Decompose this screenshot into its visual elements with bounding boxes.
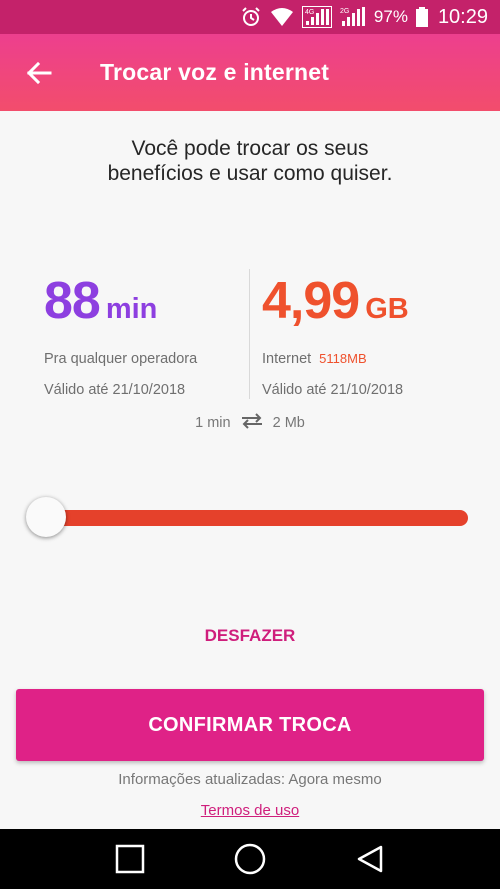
data-description: Internet [262, 351, 312, 367]
data-amount: 4,99 [262, 272, 360, 330]
svg-text:4G: 4G [305, 9, 314, 16]
status-bar: 4G 2G 97% 10:29 [0, 0, 500, 34]
intro-text: Você pode trocar os seus benefícios e us… [107, 137, 393, 185]
data-megabytes: 5118MB [319, 351, 367, 366]
terms-link[interactable]: Termos de uso [201, 802, 299, 819]
slider-thumb[interactable] [26, 497, 66, 537]
voice-balance: 88 min Pra qualquer operadora Válido até… [44, 271, 254, 400]
main-content: Você pode trocar os seus benefícios e us… [0, 111, 500, 829]
signal-2g-icon: 2G [340, 6, 366, 28]
back-button[interactable] [20, 54, 58, 92]
data-description-row: Internet 5118MB [262, 351, 472, 369]
voice-unit: min [105, 293, 158, 325]
divider [249, 269, 250, 399]
app-bar: Trocar voz e internet [0, 34, 500, 111]
swap-arrows-icon [241, 413, 263, 433]
recents-square-icon [115, 844, 145, 874]
battery-icon [415, 7, 428, 27]
signal-4g-icon: 4G [301, 6, 332, 28]
navigation-bar [0, 829, 500, 889]
battery-percentage: 97% [373, 7, 408, 26]
alarm-icon [240, 6, 262, 28]
voice-description: Pra qualquer operadora [44, 351, 198, 367]
wifi-icon [270, 7, 294, 27]
back-triangle-icon [357, 845, 383, 873]
home-button[interactable] [225, 834, 275, 884]
exchange-slider[interactable] [26, 497, 474, 537]
data-unit: GB [365, 293, 409, 325]
data-validity: Válido até 21/10/2018 [262, 382, 404, 398]
undo-button[interactable]: DESFAZER [180, 621, 320, 651]
voice-validity: Válido até 21/10/2018 [44, 382, 186, 398]
slider-track[interactable] [46, 510, 468, 526]
rate-right: 2 Mb [272, 415, 305, 431]
terms-container: Termos de uso [0, 802, 500, 820]
home-circle-icon [234, 843, 266, 875]
rate-left: 1 min [195, 415, 231, 431]
nav-back-button[interactable] [345, 834, 395, 884]
page-title: Trocar voz e internet [100, 59, 330, 85]
updated-text: Informações atualizadas: Agora mesmo [118, 771, 382, 788]
svg-text:2G: 2G [340, 8, 349, 15]
recents-button[interactable] [105, 834, 155, 884]
clock: 10:29 [437, 5, 488, 28]
arrow-left-icon [26, 61, 52, 84]
confirm-button[interactable]: CONFIRMAR TROCA [16, 689, 484, 761]
exchange-rate: 1 min 2 Mb [0, 413, 500, 433]
voice-amount: 88 [44, 272, 101, 330]
data-balance: 4,99 GB Internet 5118MB Válido até 21/10/… [262, 271, 472, 400]
